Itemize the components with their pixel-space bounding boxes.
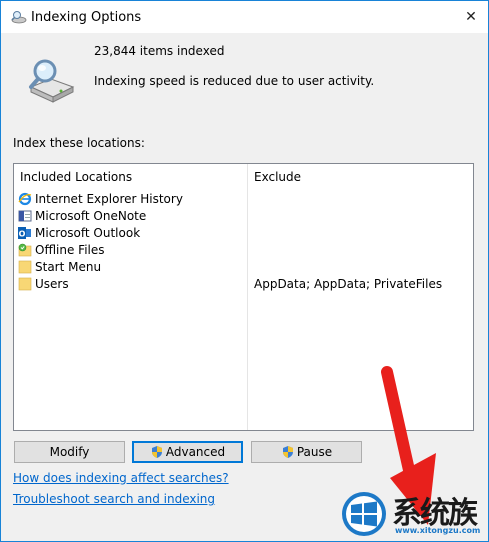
locations-list[interactable]: Included Locations Exclude Internet Expl… [13,163,474,431]
onenote-icon [18,210,32,221]
index-locations-label: Index these locations: [13,136,145,150]
modify-button-label: Modify [49,445,90,459]
column-header-included[interactable]: Included Locations [20,170,132,184]
list-item-label: Offline Files [35,242,105,257]
items-indexed-count: 23,844 items indexed [94,44,225,58]
advanced-button-label: Advanced [165,445,226,459]
folder-icon [18,260,32,273]
list-item-label: Microsoft Outlook [35,225,141,240]
column-divider [247,164,248,430]
uac-shield-icon [282,446,293,458]
folder-icon [18,277,32,290]
pause-button-label: Pause [296,445,333,459]
list-item-offline-files[interactable]: Offline Files [18,241,105,258]
indexing-status-message: Indexing speed is reduced due to user ac… [94,74,375,88]
how-indexing-affects-searches-link[interactable]: How does indexing affect searches? [13,471,229,485]
list-item-internet-explorer-history[interactable]: Internet Explorer History [18,190,183,207]
pause-button[interactable]: Pause [251,441,362,463]
close-button[interactable]: ✕ [454,1,488,33]
ie-icon [18,192,32,205]
users-exclude-value: AppData; AppData; PrivateFiles [254,276,443,291]
window-title: Indexing Options [31,10,142,25]
modify-button[interactable]: Modify [14,441,125,463]
outlook-icon: O [18,226,31,239]
list-item-microsoft-onenote[interactable]: Microsoft OneNote [18,207,146,224]
list-item-microsoft-outlook[interactable]: O Microsoft Outlook [18,224,140,241]
title-bar[interactable]: Indexing Options ✕ [1,1,488,33]
svg-text:O: O [19,229,26,238]
watermark-url: www.xitongzu.com [395,526,481,535]
list-item-users[interactable]: Users [18,275,69,292]
indexing-options-icon [11,11,27,24]
list-item-start-menu[interactable]: Start Menu [18,258,101,275]
list-item-label: Start Menu [35,259,102,274]
list-item-label: Internet Explorer History [35,191,183,206]
close-icon: ✕ [465,9,477,25]
troubleshoot-search-link[interactable]: Troubleshoot search and indexing [13,492,215,506]
indexing-options-window: Indexing Options ✕ 23,844 items indexed … [0,0,489,542]
list-item-label: Users [35,276,69,291]
indexing-drive-icon [29,59,75,103]
column-header-exclude[interactable]: Exclude [254,170,301,184]
offline-files-icon [18,243,32,256]
uac-shield-icon [151,446,162,458]
advanced-button[interactable]: Advanced [132,441,243,463]
list-item-label: Microsoft OneNote [35,208,147,223]
